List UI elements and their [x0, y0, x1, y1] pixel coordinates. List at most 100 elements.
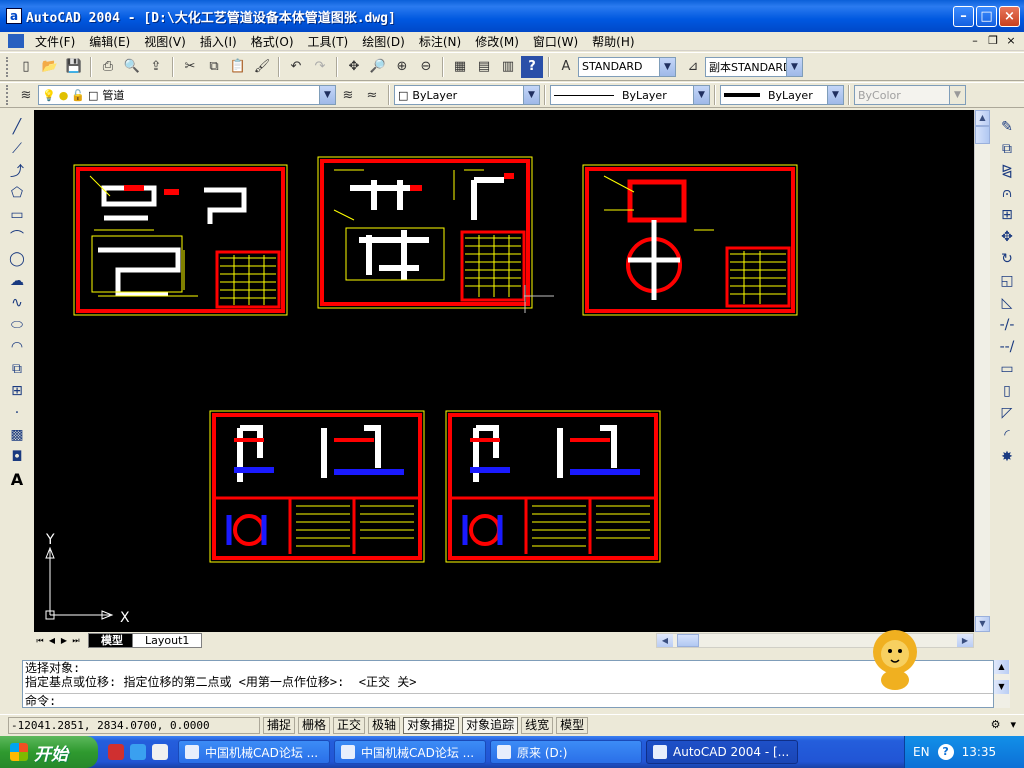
polar-toggle[interactable]: 极轴	[368, 717, 401, 734]
zoom-window-icon[interactable]: ⊕	[391, 56, 413, 78]
line-icon[interactable]: ╱	[6, 116, 28, 138]
desktop-icon[interactable]	[152, 744, 168, 760]
redo-icon[interactable]: ↷	[309, 56, 331, 78]
lineweight-toggle[interactable]: 线宽	[521, 717, 554, 734]
ellipse-arc-icon[interactable]: ◠	[6, 336, 28, 358]
document-icon[interactable]	[8, 34, 24, 48]
linetype-select[interactable]: ByLayer ▼	[550, 85, 710, 105]
menu-file[interactable]: 文件(F)	[28, 33, 82, 50]
revision-cloud-icon[interactable]: ☁	[6, 270, 28, 292]
drawing-sheet-5[interactable]	[445, 410, 661, 563]
lineweight-select[interactable]: ByLayer ▼	[720, 85, 844, 105]
scroll-down-icon[interactable]: ▼	[994, 680, 1009, 694]
print-icon[interactable]: ⎙	[97, 56, 119, 78]
horizontal-scrollbar[interactable]: ◀ ▶	[656, 633, 974, 648]
help-icon[interactable]: ?	[521, 55, 543, 78]
vertical-scroll-thumb[interactable]	[975, 126, 990, 144]
command-scrollbar[interactable]: ▲ ▼	[994, 660, 1010, 708]
circle-icon[interactable]: ◯	[6, 248, 28, 270]
save-icon[interactable]: 💾	[63, 56, 85, 78]
array-icon[interactable]: ⊞	[996, 204, 1018, 226]
arc-icon[interactable]: ⌒	[6, 226, 28, 248]
rotate-icon[interactable]: ↻	[996, 248, 1018, 270]
make-block-icon[interactable]: ⊞	[6, 380, 28, 402]
doc-minimize-button[interactable]: –	[968, 34, 982, 47]
break-at-point-icon[interactable]: ▯	[996, 380, 1018, 402]
help-icon[interactable]: ?	[937, 744, 954, 760]
language-indicator[interactable]: EN	[913, 745, 930, 759]
menu-modify[interactable]: 修改(M)	[468, 33, 526, 50]
drawing-sheet-4[interactable]	[209, 410, 425, 563]
menu-draw[interactable]: 绘图(D)	[355, 33, 412, 50]
osnap-toggle[interactable]: 对象捕捉	[403, 717, 460, 734]
pan-icon[interactable]: ✥	[343, 56, 365, 78]
drawing-area[interactable]: Y X	[34, 110, 974, 632]
offset-icon[interactable]: ⩀	[996, 182, 1018, 204]
scroll-left-icon[interactable]: ◀	[657, 634, 673, 647]
chevron-down-icon[interactable]: ▼	[827, 86, 843, 104]
make-layer-current-icon[interactable]: ≋	[337, 84, 359, 106]
undo-icon[interactable]: ↶	[285, 56, 307, 78]
new-file-icon[interactable]: ▯	[15, 56, 37, 78]
text-style-select[interactable]: STANDARD ▼	[578, 56, 676, 77]
menu-tools[interactable]: 工具(T)	[301, 33, 356, 50]
stretch-icon[interactable]: ◺	[996, 292, 1018, 314]
scale-icon[interactable]: ◱	[996, 270, 1018, 292]
mirror-icon[interactable]: ⧎	[996, 160, 1018, 182]
dim-style-icon[interactable]: ⊿	[682, 56, 704, 78]
print-preview-icon[interactable]: 🔍	[121, 56, 143, 78]
match-properties-icon[interactable]: 🖌	[251, 56, 273, 78]
app-quicklaunch-icon[interactable]	[108, 744, 124, 760]
properties-icon[interactable]: ▦	[449, 56, 471, 78]
snap-toggle[interactable]: 捕捉	[263, 717, 296, 734]
close-button[interactable]: ×	[999, 6, 1020, 27]
taskbar-item[interactable]: 中国机械CAD论坛 ...	[334, 740, 486, 764]
cut-icon[interactable]: ✂	[179, 56, 201, 78]
doc-restore-button[interactable]: ❐	[986, 34, 1000, 47]
move-icon[interactable]: ✥	[996, 226, 1018, 248]
start-button[interactable]: 开始	[0, 736, 98, 768]
first-tab-icon[interactable]: ⏮	[34, 634, 46, 648]
status-menu-icon[interactable]: ▾	[1010, 718, 1016, 731]
polygon-icon[interactable]: ⬠	[6, 182, 28, 204]
menu-edit[interactable]: 编辑(E)	[82, 33, 137, 50]
region-icon[interactable]: ◘	[6, 446, 28, 468]
doc-close-button[interactable]: ×	[1004, 34, 1018, 47]
taskbar-item[interactable]: 原来 (D:)	[490, 740, 642, 764]
zoom-previous-icon[interactable]: ⊖	[415, 56, 437, 78]
title-bar[interactable]: a AutoCAD 2004 - [D:\大化工艺管道设备本体管道图张.dwg]…	[0, 0, 1024, 32]
menu-format[interactable]: 格式(O)	[244, 33, 301, 50]
scroll-right-icon[interactable]: ▶	[957, 634, 973, 647]
open-file-icon[interactable]: 📂	[39, 56, 61, 78]
last-tab-icon[interactable]: ⏭	[70, 634, 82, 648]
rectangle-icon[interactable]: ▭	[6, 204, 28, 226]
prev-tab-icon[interactable]: ◀	[46, 634, 58, 648]
zoom-realtime-icon[interactable]: 🔎	[367, 56, 389, 78]
tool-palettes-icon[interactable]: ▥	[497, 56, 519, 78]
hatch-icon[interactable]: ▩	[6, 424, 28, 446]
maximize-button[interactable]: □	[976, 6, 997, 27]
chevron-down-icon[interactable]: ▼	[523, 86, 539, 104]
menu-window[interactable]: 窗口(W)	[526, 33, 585, 50]
vertical-scrollbar[interactable]: ▲ ▼	[974, 110, 990, 632]
break-icon[interactable]: ▭	[996, 358, 1018, 380]
scroll-up-icon[interactable]: ▲	[975, 110, 990, 126]
grid-toggle[interactable]: 栅格	[298, 717, 331, 734]
layer-select[interactable]: 💡 ● 🔓 □ 管道 ▼	[38, 85, 336, 105]
multiline-text-icon[interactable]: A	[6, 468, 28, 490]
autocad-app-icon[interactable]: a	[6, 8, 22, 24]
taskbar-item-active[interactable]: AutoCAD 2004 - [...	[646, 740, 798, 764]
extend-icon[interactable]: --/	[996, 336, 1018, 358]
drawing-sheet-1[interactable]	[73, 164, 288, 316]
next-tab-icon[interactable]: ▶	[58, 634, 70, 648]
publish-icon[interactable]: ⇪	[145, 56, 167, 78]
ie-icon[interactable]	[130, 744, 146, 760]
tab-model[interactable]: 模型	[88, 633, 136, 648]
color-select[interactable]: □ ByLayer ▼	[394, 85, 540, 105]
copy-icon[interactable]: ⧉	[203, 56, 225, 78]
menu-help[interactable]: 帮助(H)	[585, 33, 641, 50]
menu-dimension[interactable]: 标注(N)	[412, 33, 468, 50]
menu-view[interactable]: 视图(V)	[137, 33, 193, 50]
drawing-sheet-3[interactable]	[582, 164, 798, 316]
text-style-icon[interactable]: A	[555, 56, 577, 78]
